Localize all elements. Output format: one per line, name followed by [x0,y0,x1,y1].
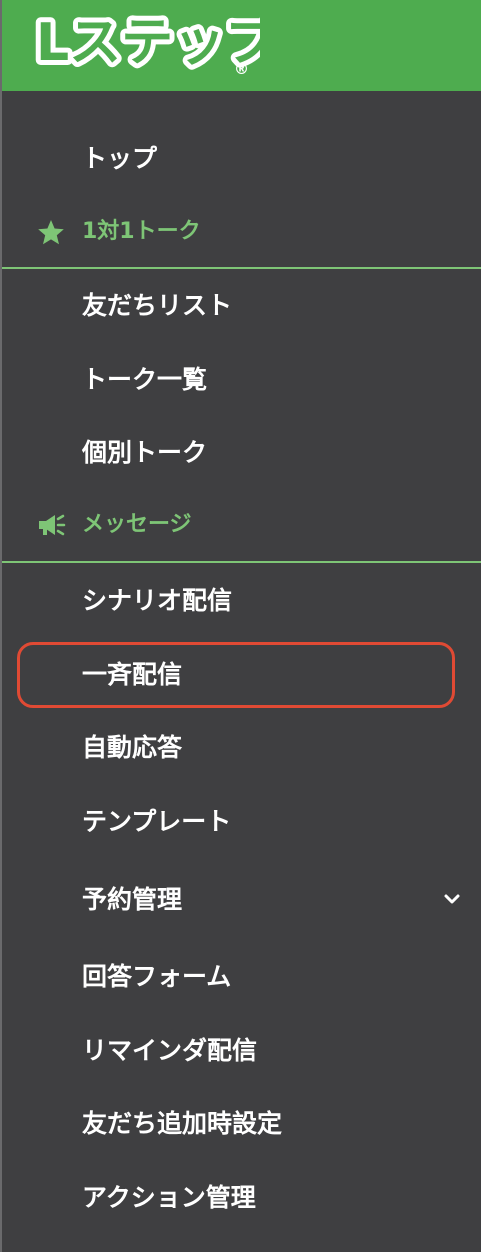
menu-item-top[interactable]: トップ [82,144,157,174]
star-icon [38,220,64,245]
menu-item-template[interactable]: テンプレート [82,807,231,837]
lstep-logo[interactable]: Lステップ ® [30,10,260,80]
section-talk-label: 1対1トーク [82,219,201,244]
menu-item-answer-form[interactable]: 回答フォーム [82,962,231,992]
section-message-label: メッセージ [82,512,192,537]
section-talk-divider [2,267,481,269]
chevron-down-icon[interactable] [441,888,463,910]
section-message: メッセージ [2,505,481,545]
sidebar-header: Lステップ ® [2,0,481,91]
menu-item-talk-list[interactable]: トーク一覧 [82,365,207,395]
menu-item-broadcast[interactable]: 一斉配信 [82,660,182,690]
logo-registered-mark: ® [234,60,249,78]
menu-item-reservation[interactable]: 予約管理 [82,885,182,915]
section-message-divider [2,561,481,563]
menu-item-scenario[interactable]: シナリオ配信 [82,586,232,616]
section-talk: 1対1トーク [2,212,481,252]
menu-item-friends-list[interactable]: 友だちリスト [82,291,232,321]
logo-text: Lステップ [36,13,260,73]
menu-item-action-manage[interactable]: アクション管理 [82,1183,256,1213]
menu-item-friend-add-settings[interactable]: 友だち追加時設定 [82,1109,282,1139]
menu-item-reminder[interactable]: リマインダ配信 [82,1036,257,1066]
sidebar: Lステップ ® トップ 1対1トーク 友だちリスト トーク一覧 個別トーク メッ… [0,0,481,1252]
menu-item-auto-reply[interactable]: 自動応答 [82,733,182,763]
megaphone-icon [39,514,66,536]
menu-item-individual-talk[interactable]: 個別トーク [82,438,207,468]
